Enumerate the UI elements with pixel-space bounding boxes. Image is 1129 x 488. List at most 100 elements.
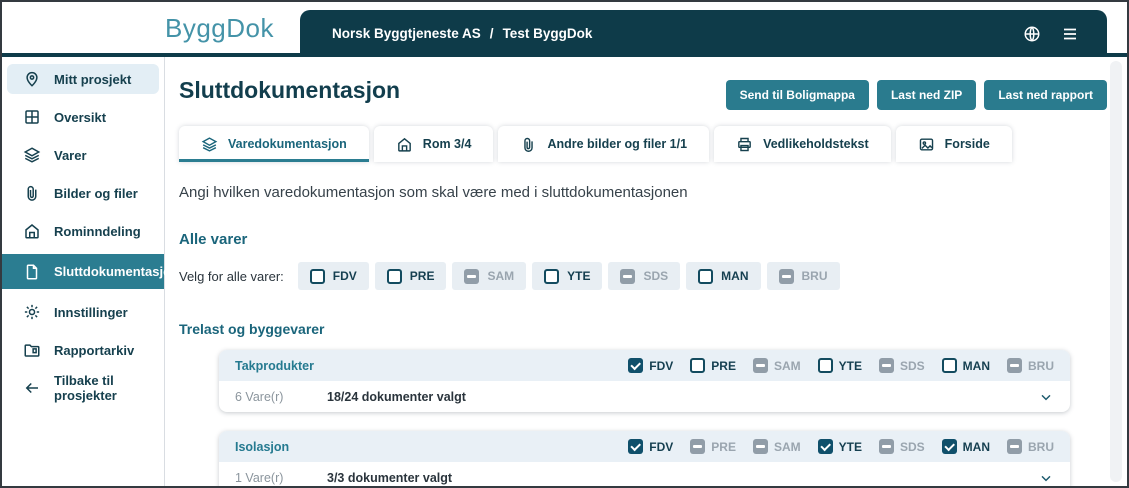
arrow-left-icon: [23, 379, 41, 397]
bru-checkbox: [779, 269, 794, 284]
checkbox-label: FDV: [649, 359, 673, 373]
category-heading: Trelast og byggevarer: [179, 321, 1127, 337]
checkbox-label: SAM: [774, 359, 801, 373]
breadcrumb-project[interactable]: Test ByggDok: [503, 26, 593, 41]
chevron-down-icon[interactable]: [1038, 470, 1054, 486]
sidebar-item-label: Rominndeling: [54, 224, 141, 239]
sidebar-item-sluttdokumentasjon[interactable]: Sluttdokumentasjon: [2, 254, 164, 289]
group-checkboxes: FDV PRE SAM YTE: [628, 358, 1054, 373]
checkbox-label: SDS: [900, 440, 925, 454]
sam-checkbox: [753, 358, 768, 373]
checkbox-chip-yte[interactable]: YTE: [532, 262, 602, 290]
checkbox-label: YTE: [839, 359, 862, 373]
checkbox-chip-bru: BRU: [767, 262, 840, 290]
checkbox-label: SAM: [774, 440, 801, 454]
checkbox-chip-sam: SAM: [452, 262, 526, 290]
sidebar-item-bilder-og-filer[interactable]: Bilder og filer: [7, 178, 159, 208]
sidebar-item-rapportarkiv[interactable]: Rapportarkiv: [7, 335, 159, 365]
sidebar-item-label: Sluttdokumentasjon: [54, 264, 179, 279]
checkbox-label: FDV: [649, 440, 673, 454]
folder-icon: [23, 341, 41, 359]
sidebar-item-label: Varer: [54, 148, 87, 163]
main-content: Sluttdokumentasjon Send til Boligmappa L…: [165, 57, 1127, 486]
checkbox-chip-man[interactable]: MAN: [686, 262, 760, 290]
checkbox-label: PRE: [711, 359, 736, 373]
yte-checkbox-group[interactable]: YTE: [818, 439, 862, 454]
select-all-label: Velg for alle varer:: [179, 269, 284, 284]
man-checkbox-group[interactable]: MAN: [942, 439, 990, 454]
sidebar-item-oversikt[interactable]: Oversikt: [7, 102, 159, 132]
scrollbar[interactable]: [1110, 61, 1122, 482]
bru-checkbox-group: BRU: [1007, 439, 1054, 454]
fdv-checkbox[interactable]: [310, 269, 325, 284]
sam-checkbox-group: SAM: [753, 358, 801, 373]
man-checkbox-group[interactable]: MAN: [942, 358, 990, 373]
instruction-text: Angi hvilken varedokumentasjon som skal …: [179, 184, 1127, 201]
sidebar-item-varer[interactable]: Varer: [7, 140, 159, 170]
group-name: Takprodukter: [235, 359, 314, 373]
pre-checkbox-group[interactable]: PRE: [690, 358, 736, 373]
group-header: Isolasjon FDV PRE SAM: [219, 431, 1070, 462]
group-checkboxes: FDV PRE SAM YTE: [628, 439, 1054, 454]
fdv-checkbox[interactable]: [628, 358, 643, 373]
sidebar-item-rominndeling[interactable]: Rominndeling: [7, 216, 159, 246]
sam-checkbox-group: SAM: [753, 439, 801, 454]
group-summary-row[interactable]: 1 Vare(r) 3/3 dokumenter valgt: [219, 462, 1070, 486]
checkbox-chip-sds: SDS: [608, 262, 680, 290]
checkbox-label: YTE: [567, 269, 590, 283]
sidebar-item-label: Rapportarkiv: [54, 343, 134, 358]
download-zip-button[interactable]: Last ned ZIP: [877, 80, 976, 110]
sidebar-item-tilbake-til-prosjekter[interactable]: Tilbake til prosjekter: [7, 373, 159, 403]
checkbox-chip-fdv[interactable]: FDV: [298, 262, 369, 290]
breadcrumb-org[interactable]: Norsk Byggtjeneste AS: [332, 26, 481, 41]
select-all-row: Velg for alle varer: FDV PRE SAM YTE: [179, 262, 1127, 290]
fdv-checkbox-group[interactable]: FDV: [628, 439, 673, 454]
chevron-down-icon[interactable]: [1038, 389, 1054, 405]
paperclip-icon: [520, 136, 537, 153]
checkbox-label: BRU: [1028, 359, 1054, 373]
tab-varedokumentasjon[interactable]: Varedokumentasjon: [179, 126, 369, 162]
all-products-heading: Alle varer: [179, 231, 1127, 248]
menu-icon[interactable]: [1061, 25, 1079, 43]
man-checkbox[interactable]: [698, 269, 713, 284]
tab-vedlikeholdstekst[interactable]: Vedlikeholdstekst: [714, 126, 891, 162]
man-checkbox[interactable]: [942, 358, 957, 373]
globe-icon[interactable]: [1023, 25, 1041, 43]
pre-checkbox[interactable]: [387, 269, 402, 284]
man-checkbox[interactable]: [942, 439, 957, 454]
yte-checkbox[interactable]: [818, 358, 833, 373]
yte-checkbox[interactable]: [544, 269, 559, 284]
sidebar-item-label: Oversikt: [54, 110, 106, 125]
fdv-checkbox-group[interactable]: FDV: [628, 358, 673, 373]
header-panel: Norsk Byggtjeneste AS / Test ByggDok: [300, 10, 1107, 57]
sds-checkbox: [879, 358, 894, 373]
breadcrumb: Norsk Byggtjeneste AS / Test ByggDok: [332, 26, 592, 41]
sidebar-item-label: Bilder og filer: [54, 186, 138, 201]
tab-andre-bilder-og-filer[interactable]: Andre bilder og filer 1/1: [498, 126, 709, 162]
group-summary-row[interactable]: 6 Vare(r) 18/24 dokumenter valgt: [219, 381, 1070, 412]
group-selected-docs: 18/24 dokumenter valgt: [327, 390, 466, 404]
checkbox-chip-pre[interactable]: PRE: [375, 262, 447, 290]
pre-checkbox-group: PRE: [690, 439, 736, 454]
sds-checkbox: [879, 439, 894, 454]
checkbox-label: MAN: [721, 269, 748, 283]
tab-rom[interactable]: Rom 3/4: [374, 126, 494, 162]
pre-checkbox[interactable]: [690, 358, 705, 373]
download-report-button[interactable]: Last ned rapport: [984, 80, 1107, 110]
group-item-count: 1 Vare(r): [235, 471, 327, 485]
sidebar-item-innstillinger[interactable]: Innstillinger: [7, 297, 159, 327]
grid-icon: [23, 108, 41, 126]
printer-icon: [736, 136, 753, 153]
header-icons: [1023, 25, 1079, 43]
image-icon: [918, 136, 935, 153]
send-boligmappa-button[interactable]: Send til Boligmappa: [726, 80, 869, 110]
yte-checkbox[interactable]: [818, 439, 833, 454]
house-icon: [23, 222, 41, 240]
tab-forside[interactable]: Forside: [896, 126, 1012, 162]
paperclip-icon: [23, 184, 41, 202]
yte-checkbox-group[interactable]: YTE: [818, 358, 862, 373]
fdv-checkbox[interactable]: [628, 439, 643, 454]
sidebar-item-mitt-prosjekt[interactable]: Mitt prosjekt: [7, 64, 159, 94]
group-name: Isolasjon: [235, 440, 289, 454]
tab-label: Andre bilder og filer 1/1: [547, 137, 687, 151]
